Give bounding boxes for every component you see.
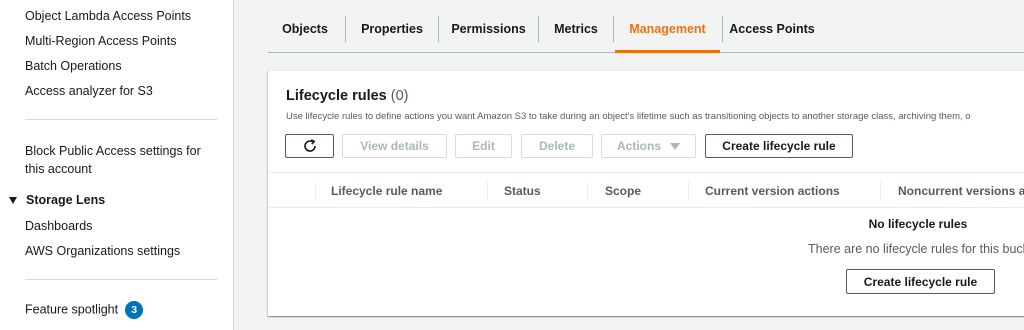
- view-details-button[interactable]: View details: [342, 134, 447, 158]
- empty-state-description: There are no lifecycle rules for this bu…: [808, 242, 1024, 256]
- nav-aws-organizations-settings[interactable]: AWS Organizations settings: [25, 244, 180, 258]
- rule-count: (0): [390, 88, 409, 104]
- column-separator: [487, 182, 488, 200]
- tab-properties[interactable]: Properties: [346, 16, 438, 53]
- column-separator: [315, 182, 316, 200]
- nav-dashboards[interactable]: Dashboards: [25, 219, 92, 233]
- nav-feature-spotlight-label: Feature spotlight: [25, 302, 119, 317]
- lifecycle-rules-panel: Lifecycle rules (0) Use lifecycle rules …: [268, 70, 1024, 316]
- tab-management[interactable]: Management: [615, 16, 720, 53]
- nav-feature-spotlight[interactable]: Feature spotlight 3: [25, 301, 144, 319]
- column-header-scope[interactable]: Scope: [605, 184, 641, 198]
- bucket-tabs: Objects Properties Permissions Metrics M…: [268, 0, 1024, 53]
- actions-dropdown-label: Actions: [616, 139, 661, 153]
- column-separator: [880, 182, 881, 200]
- column-header-noncurrent-versions-actions[interactable]: Noncurrent versions ac: [898, 184, 1024, 198]
- column-header-current-version-actions[interactable]: Current version actions: [705, 184, 840, 198]
- nav-divider: [25, 119, 217, 120]
- delete-button[interactable]: Delete: [521, 134, 593, 158]
- nav-block-public-access-line2: this account: [25, 162, 92, 176]
- sidebar: Object Lambda Access Points Multi-Region…: [0, 0, 234, 330]
- actions-dropdown[interactable]: Actions: [601, 134, 696, 158]
- empty-state-title: No lifecycle rules: [868, 217, 968, 231]
- tab-separator: [613, 16, 614, 42]
- empty-create-lifecycle-rule-button[interactable]: Create lifecycle rule: [846, 269, 995, 294]
- nav-divider: [25, 279, 217, 280]
- caret-down-icon: [9, 196, 17, 204]
- nav-batch-operations[interactable]: Batch Operations: [25, 59, 122, 73]
- tab-metrics[interactable]: Metrics: [539, 16, 613, 53]
- create-lifecycle-rule-button[interactable]: Create lifecycle rule: [705, 134, 853, 158]
- tab-objects[interactable]: Objects: [268, 16, 342, 53]
- column-header-rule-name[interactable]: Lifecycle rule name: [331, 184, 442, 198]
- panel-title-text: Lifecycle rules: [286, 88, 387, 104]
- column-separator: [587, 182, 588, 200]
- table-header: Lifecycle rule name Status Scope Current…: [268, 172, 1024, 208]
- nav-object-lambda-access-points[interactable]: Object Lambda Access Points: [25, 9, 191, 23]
- panel-description: Use lifecycle rules to define actions yo…: [286, 111, 971, 122]
- nav-block-public-access[interactable]: Block Public Access settings for this ac…: [25, 142, 201, 178]
- main-content: Objects Properties Permissions Metrics M…: [234, 0, 1024, 330]
- refresh-button[interactable]: [285, 134, 334, 158]
- notification-badge: 3: [125, 301, 144, 319]
- tab-permissions[interactable]: Permissions: [439, 16, 538, 53]
- tab-access-points[interactable]: Access Points: [723, 16, 821, 53]
- edit-button[interactable]: Edit: [455, 134, 512, 158]
- caret-down-icon: [670, 142, 680, 150]
- refresh-icon: [303, 139, 316, 152]
- nav-multi-region-access-points[interactable]: Multi-Region Access Points: [25, 34, 176, 48]
- nav-block-public-access-line1: Block Public Access settings for: [25, 144, 201, 158]
- nav-access-analyzer[interactable]: Access analyzer for S3: [25, 84, 153, 98]
- nav-section-storage-lens[interactable]: Storage Lens: [9, 193, 105, 207]
- nav-section-storage-lens-label: Storage Lens: [26, 193, 106, 207]
- column-header-status[interactable]: Status: [504, 184, 541, 198]
- panel-title: Lifecycle rules (0): [286, 88, 409, 104]
- column-separator: [688, 182, 689, 200]
